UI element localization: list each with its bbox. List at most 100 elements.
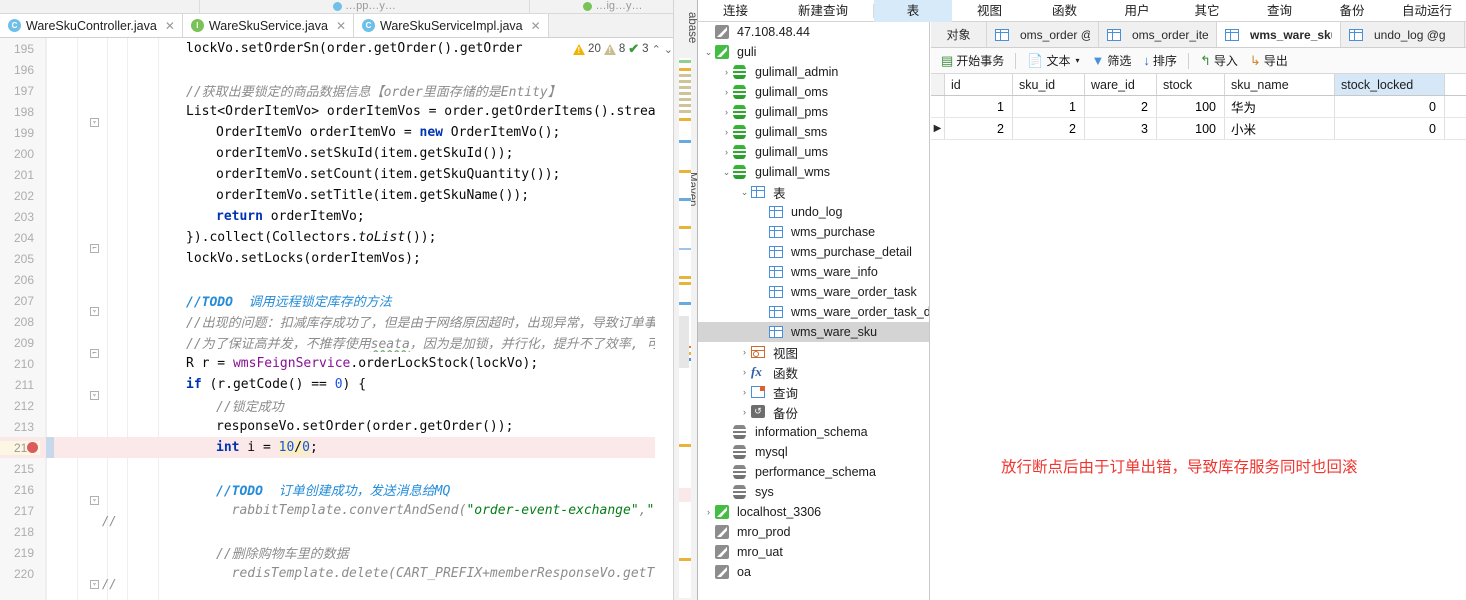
inspection-status-widget[interactable]: 20 8 ✔ 3 ⌃ ⌄	[569, 40, 673, 58]
tree-item-__[interactable]: › 视图	[698, 342, 929, 362]
column-header-sku_name[interactable]: sku_name	[1225, 74, 1335, 95]
tree-item-mro_uat[interactable]: mro_uat	[698, 542, 929, 562]
editor-scrollbar-thumb[interactable]	[679, 316, 689, 368]
error-stripe-mark[interactable]	[679, 92, 691, 95]
code-line[interactable]: 200 orderItemVo.setSkuId(item.getSkuId())…	[0, 143, 655, 164]
tree-item-information_schema[interactable]: information_schema	[698, 422, 929, 442]
tree-item-gulimall_oms[interactable]: › gulimall_oms	[698, 82, 929, 102]
error-stripe-mark[interactable]	[679, 140, 691, 143]
content-tab-2[interactable]: oms_order_ite…	[1099, 22, 1217, 47]
error-stripe-mark[interactable]	[679, 198, 691, 201]
tree-item-gulimall_ums[interactable]: › gulimall_ums	[698, 142, 929, 162]
tree-item-gulimall_pms[interactable]: › gulimall_pms	[698, 102, 929, 122]
toolbar-filter-button[interactable]: ▼ 筛选	[1087, 50, 1137, 71]
editor-tab-partial[interactable]: …ig…y…	[530, 0, 697, 13]
chevron-right-icon[interactable]: ›	[720, 67, 733, 77]
code-line[interactable]: 218	[0, 521, 655, 542]
code-line[interactable]: 210 R r = wmsFeignService.orderLockStock(…	[0, 353, 655, 374]
row-marker[interactable]	[931, 96, 945, 117]
toolbar-import-button[interactable]: ↰ 导入	[1195, 50, 1243, 71]
error-stripe-mark[interactable]	[679, 86, 691, 89]
code-line[interactable]: 199 OrderItemVo orderItemVo = new OrderIt…	[0, 122, 655, 143]
tree-item-undo_log[interactable]: undo_log	[698, 202, 929, 222]
error-stripe-mark[interactable]	[679, 226, 691, 229]
tree-item-oa[interactable]: oa	[698, 562, 929, 582]
error-stripe-mark[interactable]	[679, 80, 691, 83]
error-stripe-mark[interactable]	[679, 74, 691, 77]
code-line[interactable]: 197 //获取出要锁定的商品数据信息【order里面存储的是Entity】	[0, 80, 655, 101]
code-fold-toggle[interactable]: ▿	[90, 579, 99, 589]
tree-item-__[interactable]: › 查询	[698, 382, 929, 402]
editor-tab-wareskuserviceimpl-java[interactable]: C WareSkuServiceImpl.java ✕	[354, 14, 549, 37]
code-line[interactable]: 205 lockVo.setLocks(orderItemVos);	[0, 248, 655, 269]
code-line[interactable]: 204 ⌐}).collect(Collectors.toList());	[0, 227, 655, 253]
code-editor[interactable]: 195 lockVo.setOrderSn(order.getOrder().ge…	[0, 38, 655, 600]
next-problem-button[interactable]: ⌄	[664, 43, 673, 56]
editor-tab-wareskucontroller-java[interactable]: C WareSkuController.java ✕	[0, 14, 183, 37]
tree-item-wms_purchase_detail[interactable]: wms_purchase_detail	[698, 242, 929, 262]
tree-item-__[interactable]: › ↺ 备份	[698, 402, 929, 422]
menubar-item-3[interactable]: 视图	[952, 0, 1027, 22]
code-line[interactable]: 209 ⌐//为了保证高并发，不推荐使用seata，因为是加锁，并行化，提升不了效…	[0, 332, 655, 358]
row-marker[interactable]: ▶	[931, 118, 945, 139]
cell-id[interactable]: 1	[945, 96, 1013, 117]
chevron-right-icon[interactable]: ›	[720, 87, 733, 97]
code-line[interactable]: 214 int i = 10/0;	[0, 437, 655, 458]
code-line[interactable]: 195 lockVo.setOrderSn(order.getOrder().ge…	[0, 38, 655, 59]
error-stripe-mark[interactable]	[679, 170, 691, 173]
cell-stock_locked[interactable]: 0	[1335, 96, 1445, 117]
tree-item-gulimall_admin[interactable]: › gulimall_admin	[698, 62, 929, 82]
cell-stock[interactable]: 100	[1157, 118, 1225, 139]
code-line[interactable]: 216 ▿//TODO 订单创建成功，发送消息给MQ	[0, 479, 655, 505]
content-tab-0[interactable]: 对象	[931, 22, 987, 47]
column-header-id[interactable]: id	[945, 74, 1013, 95]
tree-item-performance_schema[interactable]: performance_schema	[698, 462, 929, 482]
chevron-down-icon[interactable]: ⌄	[702, 47, 715, 58]
code-line[interactable]: 212 //锁定成功	[0, 395, 655, 416]
cell-sku_name[interactable]: 小米	[1225, 118, 1335, 139]
cell-ware_id[interactable]: 3	[1085, 118, 1157, 139]
code-line[interactable]: 196	[0, 59, 655, 80]
close-icon[interactable]: ✕	[165, 19, 175, 33]
toolbar-sort-button[interactable]: ↓ 排序	[1138, 50, 1182, 71]
tree-item-_[interactable]: ⌄ 表	[698, 182, 929, 202]
chevron-right-icon[interactable]: ›	[702, 507, 715, 517]
navicat-object-tree[interactable]: 47.108.48.44 ⌄ guli › gulimall_admin › gulimal…	[698, 22, 930, 600]
tree-item-localhost_3306[interactable]: › localhost_3306	[698, 502, 929, 522]
chevron-down-icon[interactable]: ⌄	[738, 187, 751, 198]
tree-item-wms_purchase[interactable]: wms_purchase	[698, 222, 929, 242]
menubar-item-7[interactable]: 查询	[1242, 0, 1317, 22]
cell-stock[interactable]: 100	[1157, 96, 1225, 117]
code-line[interactable]: 198 ▿ List<OrderItemVo> orderItemVos = ord…	[0, 101, 655, 127]
column-header-stock_locked[interactable]: stock_locked	[1335, 74, 1445, 95]
menubar-item-9[interactable]: 自动运行	[1387, 0, 1466, 22]
content-tab-1[interactable]: oms_order @…	[987, 22, 1099, 47]
error-stripe-mark[interactable]	[679, 444, 691, 447]
tree-item-gulimall_wms[interactable]: ⌄ gulimall_wms	[698, 162, 929, 182]
chevron-down-icon[interactable]: ⌄	[720, 167, 733, 178]
tree-item-__[interactable]: › fx 函数	[698, 362, 929, 382]
error-stripe-mark[interactable]	[679, 302, 691, 305]
error-stripe-mark[interactable]	[679, 68, 691, 71]
code-line[interactable]: 202 orderItemVo.setTitle(item.getSkuName(…	[0, 185, 655, 206]
column-header-ware_id[interactable]: ware_id	[1085, 74, 1157, 95]
close-icon[interactable]: ✕	[336, 19, 346, 33]
chevron-right-icon[interactable]: ›	[738, 387, 751, 397]
cell-sku_id[interactable]: 2	[1013, 118, 1085, 139]
chevron-right-icon[interactable]: ›	[738, 367, 751, 377]
chevron-right-icon[interactable]: ›	[738, 347, 751, 357]
chevron-right-icon[interactable]: ›	[720, 147, 733, 157]
chevron-right-icon[interactable]: ›	[738, 407, 751, 417]
data-grid[interactable]: id sku_id ware_id stock sku_name stock_locked…	[931, 74, 1466, 600]
tree-item-wms_ware_sku[interactable]: wms_ware_sku	[698, 322, 929, 342]
error-stripe-mark[interactable]	[679, 110, 691, 113]
toolbar-begin-transaction-button[interactable]: ▤ 开始事务	[936, 50, 1009, 71]
tree-item-mro_prod[interactable]: mro_prod	[698, 522, 929, 542]
editor-tab-wareskuservice-java[interactable]: I WareSkuService.java ✕	[182, 14, 354, 37]
error-stripe-mark[interactable]	[679, 282, 691, 285]
code-line[interactable]: 201 orderItemVo.setCount(item.getSkuQuant…	[0, 164, 655, 185]
code-line[interactable]: 215	[0, 458, 655, 479]
cell-sku_id[interactable]: 1	[1013, 96, 1085, 117]
content-tab-4[interactable]: undo_log @g	[1341, 22, 1465, 47]
error-stripe-scrollbar[interactable]	[679, 58, 691, 598]
